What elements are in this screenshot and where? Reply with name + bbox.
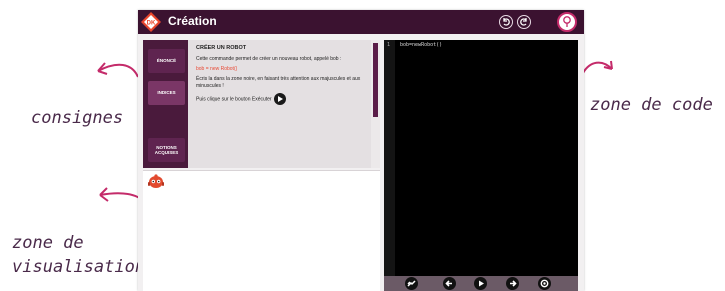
arrow-to-code-icon	[582, 60, 613, 74]
instructions-scrollbar[interactable]	[371, 40, 380, 168]
instruction-title: CRÉER UN ROBOT	[196, 45, 247, 51]
arrow-to-instructions-icon	[97, 62, 139, 78]
execute-icon	[274, 92, 286, 105]
instruction-tabs: ÉNONCÉ INDICES NOTIONS ACQUISES	[143, 40, 188, 168]
app-window: DK Création ÉNONCÉ INDICES NOTIONS ACQUI…	[138, 10, 584, 291]
annotation-consignes: consignes	[31, 108, 124, 128]
reset-button[interactable]	[405, 277, 418, 290]
tab-indices[interactable]: INDICES	[148, 81, 185, 105]
tab-notions-acquises[interactable]: NOTIONS ACQUISES	[148, 138, 185, 162]
next-icon	[510, 280, 517, 287]
help-button[interactable]	[557, 12, 577, 32]
play-icon	[479, 280, 484, 287]
instruction-line-2: Écris la dans la zone noire, en faisant …	[196, 76, 361, 89]
undo-button[interactable]	[499, 15, 513, 29]
scrollbar-thumb[interactable]	[373, 43, 378, 117]
playback-controls	[384, 276, 578, 291]
instruction-text: CRÉER UN ROBOT Cette commande permet de …	[188, 40, 371, 168]
annotation-zone-de-visualisation: zone de visualisation	[12, 233, 146, 277]
redo-icon	[520, 18, 527, 26]
app-title: Création	[168, 14, 217, 28]
redo-button[interactable]	[517, 15, 531, 29]
tab-enonce[interactable]: ÉNONCÉ	[148, 49, 185, 73]
lightbulb-icon	[563, 16, 571, 27]
instructions-panel: ÉNONCÉ INDICES NOTIONS ACQUISES CRÉER UN…	[143, 40, 380, 168]
dk-logo-icon: DK	[141, 12, 161, 32]
stop-button[interactable]	[538, 277, 551, 290]
annotation-zone-de-code: zone de code	[590, 95, 713, 115]
stop-icon	[540, 279, 549, 288]
instruction-line-1: Cette commande permet de créer un nouvea…	[196, 56, 342, 62]
instruction-line-3-wrapper: Puis clique sur le bouton Exécuter	[196, 92, 363, 105]
reset-icon	[407, 280, 416, 287]
instruction-code-example: bob = new Robot()	[196, 66, 238, 73]
instruction-line-3: Puis clique sur le bouton Exécuter	[196, 96, 272, 103]
robot-icon	[148, 174, 164, 188]
code-line[interactable]: bob=newRobot()	[400, 42, 442, 48]
visualisation-zone	[143, 170, 380, 291]
editor-gutter: 1	[384, 40, 395, 276]
previous-icon	[445, 280, 452, 287]
code-editor[interactable]: 1 bob=newRobot()	[384, 40, 578, 276]
undo-icon	[503, 18, 510, 26]
next-button[interactable]	[506, 277, 519, 290]
play-button[interactable]	[474, 277, 487, 290]
title-bar: DK Création	[138, 10, 584, 34]
line-number: 1	[387, 42, 391, 48]
svg-text:DK: DK	[147, 21, 156, 27]
previous-button[interactable]	[443, 277, 456, 290]
